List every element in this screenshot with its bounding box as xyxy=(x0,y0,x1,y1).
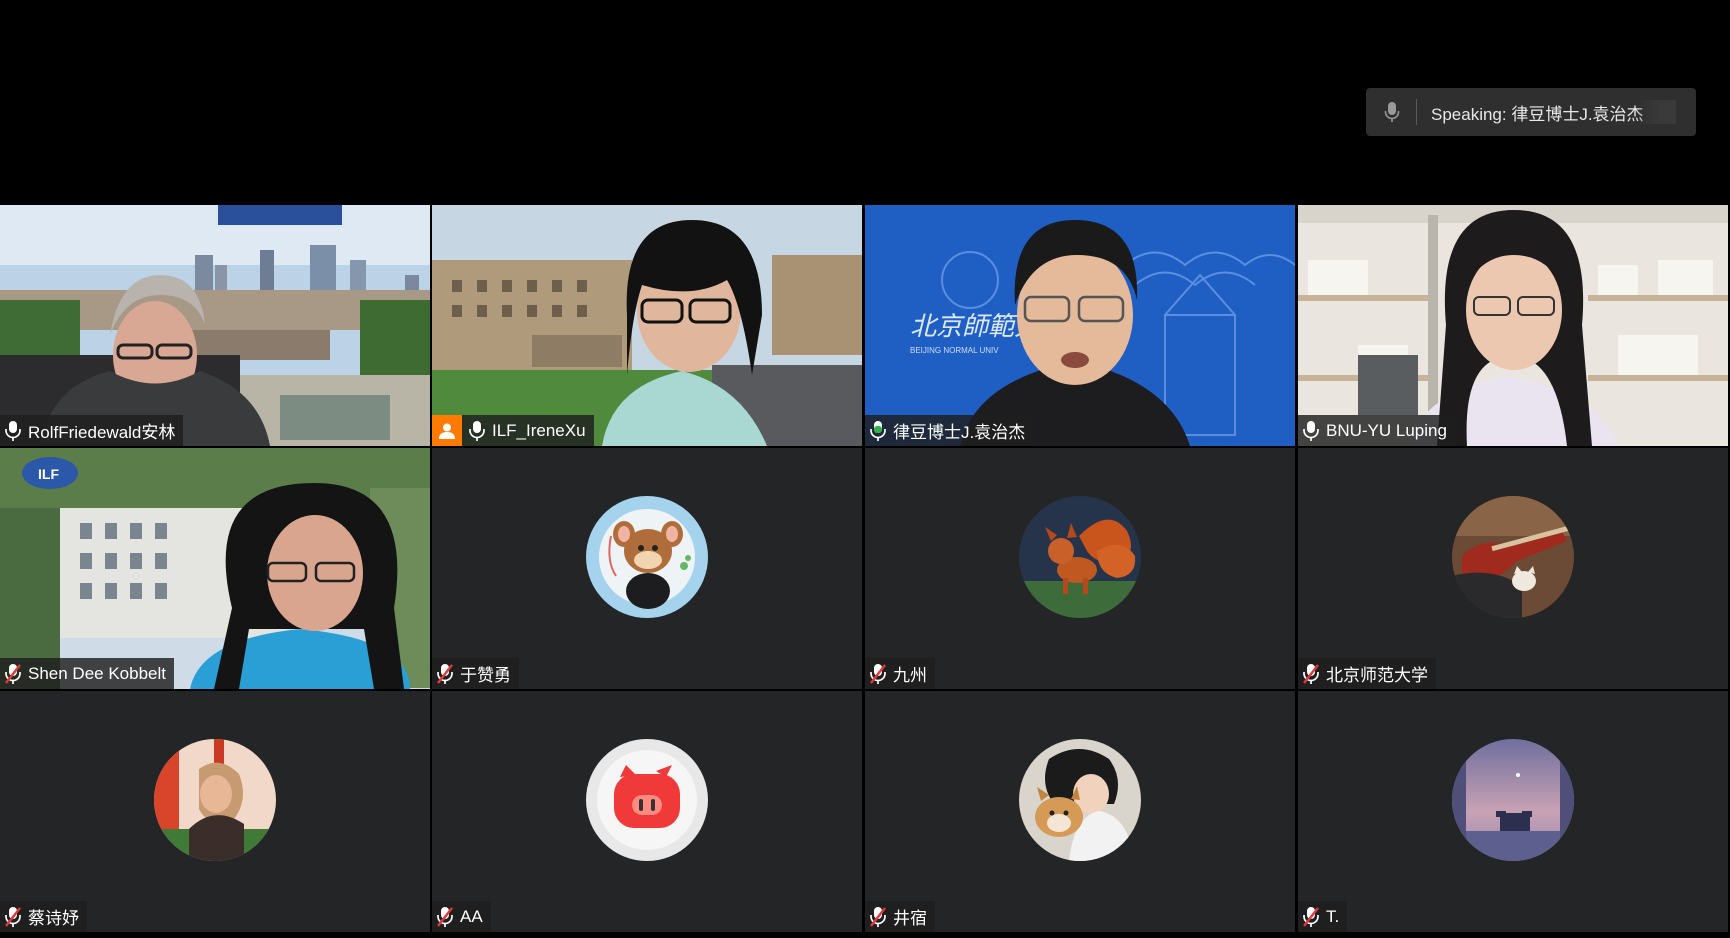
active-speaker-indicator: Speaking: 律豆博士J.袁治杰 xyxy=(1366,88,1696,136)
participant-tile-bnu-yu-luping[interactable]: BNU-YU Luping xyxy=(1298,205,1728,446)
participant-tile-yu-zanyong[interactable]: 于赞勇 xyxy=(432,448,862,689)
participant-name: Shen Dee Kobbelt xyxy=(28,663,166,683)
participant-avatar xyxy=(154,739,276,861)
participant-tile-cai-shiyu[interactable]: 蔡诗妤 xyxy=(0,691,430,932)
participant-name: BNU-YU Luping xyxy=(1326,420,1447,440)
participant-name: 律豆博士J.袁治杰 xyxy=(893,423,1026,442)
participant-name-tag: ILF_IreneXu xyxy=(432,415,594,446)
participant-avatar xyxy=(1019,739,1141,861)
participant-avatar xyxy=(586,496,708,618)
participant-tile-active-speaker[interactable]: 北京師範大 BEIJING NORMAL UNIV 律豆博士J.袁治杰 xyxy=(865,205,1295,446)
participant-video: 北京師範大 BEIJING NORMAL UNIV xyxy=(865,205,1295,446)
participant-name-tag: Shen Dee Kobbelt xyxy=(0,658,174,689)
participant-name-tag: 九州 xyxy=(865,658,935,689)
microphone-muted-icon xyxy=(870,663,886,684)
microphone-icon xyxy=(469,420,485,441)
participant-video: ILF xyxy=(0,448,430,689)
participant-name: 井宿 xyxy=(893,909,927,928)
participant-name-tag: T. xyxy=(1298,901,1348,932)
microphone-muted-icon xyxy=(870,906,886,927)
participant-tile-jiuzhou[interactable]: 九州 xyxy=(865,448,1295,689)
video-grid: RolfFriedewald安林 ILF_IreneXu 北京師範大 BEIJI… xyxy=(0,205,1730,938)
participant-avatar xyxy=(1452,496,1574,618)
participant-name: 北京师范大学 xyxy=(1326,666,1428,685)
microphone-icon xyxy=(1303,420,1319,441)
participant-name-tag: RolfFriedewald安林 xyxy=(0,415,184,446)
participant-tile-t[interactable]: T. xyxy=(1298,691,1728,932)
participant-tile-irenexu[interactable]: ILF_IreneXu xyxy=(432,205,862,446)
participant-avatar xyxy=(1452,739,1574,861)
participant-avatar xyxy=(586,739,708,861)
participant-name: 于赞勇 xyxy=(460,666,511,685)
participant-name-tag: 井宿 xyxy=(865,901,935,932)
participant-name: 九州 xyxy=(893,666,927,685)
participant-tile-bnu[interactable]: 北京师范大学 xyxy=(1298,448,1728,689)
participant-name-tag: AA xyxy=(432,901,491,932)
participant-tile-aa[interactable]: AA xyxy=(432,691,862,932)
svg-text:ILF: ILF xyxy=(38,466,59,482)
participant-video xyxy=(1298,205,1728,446)
microphone-muted-icon xyxy=(5,663,21,684)
participant-name-tag: 律豆博士J.袁治杰 xyxy=(865,415,1034,446)
participant-name: ILF_IreneXu xyxy=(492,420,586,440)
microphone-muted-icon xyxy=(1303,906,1319,927)
participant-name: 蔡诗妤 xyxy=(28,909,79,928)
microphone-active-icon xyxy=(870,420,886,441)
participant-video xyxy=(0,205,430,446)
participant-tile-shen-dee-kobbelt[interactable]: ILF Shen Dee Kobbelt xyxy=(0,448,430,689)
participant-name-tag: 北京师范大学 xyxy=(1298,658,1436,689)
participant-name: T. xyxy=(1326,906,1340,926)
speaking-label: Speaking: 律豆博士J.袁治杰 xyxy=(1431,104,1644,124)
svg-text:BEIJING NORMAL UNIV: BEIJING NORMAL UNIV xyxy=(910,346,999,355)
divider xyxy=(1416,99,1417,125)
microphone-muted-icon xyxy=(437,663,453,684)
microphone-muted-icon xyxy=(437,906,453,927)
user-icon xyxy=(439,423,455,439)
participant-name-tag: 蔡诗妤 xyxy=(0,901,87,932)
participant-video xyxy=(432,205,862,446)
microphone-icon xyxy=(1384,102,1400,122)
speaking-label-fade xyxy=(1636,100,1676,124)
participant-avatar xyxy=(1019,496,1141,618)
microphone-muted-icon xyxy=(1303,663,1319,684)
participant-name: RolfFriedewald安林 xyxy=(28,423,176,442)
participant-name: AA xyxy=(460,906,483,926)
host-badge xyxy=(432,415,462,446)
microphone-muted-icon xyxy=(5,906,21,927)
participant-tile-rolf[interactable]: RolfFriedewald安林 xyxy=(0,205,430,446)
microphone-icon xyxy=(5,420,21,441)
participant-name-tag: 于赞勇 xyxy=(432,658,519,689)
participant-name-tag: BNU-YU Luping xyxy=(1298,415,1455,446)
participant-tile-jingsu[interactable]: 井宿 xyxy=(865,691,1295,932)
